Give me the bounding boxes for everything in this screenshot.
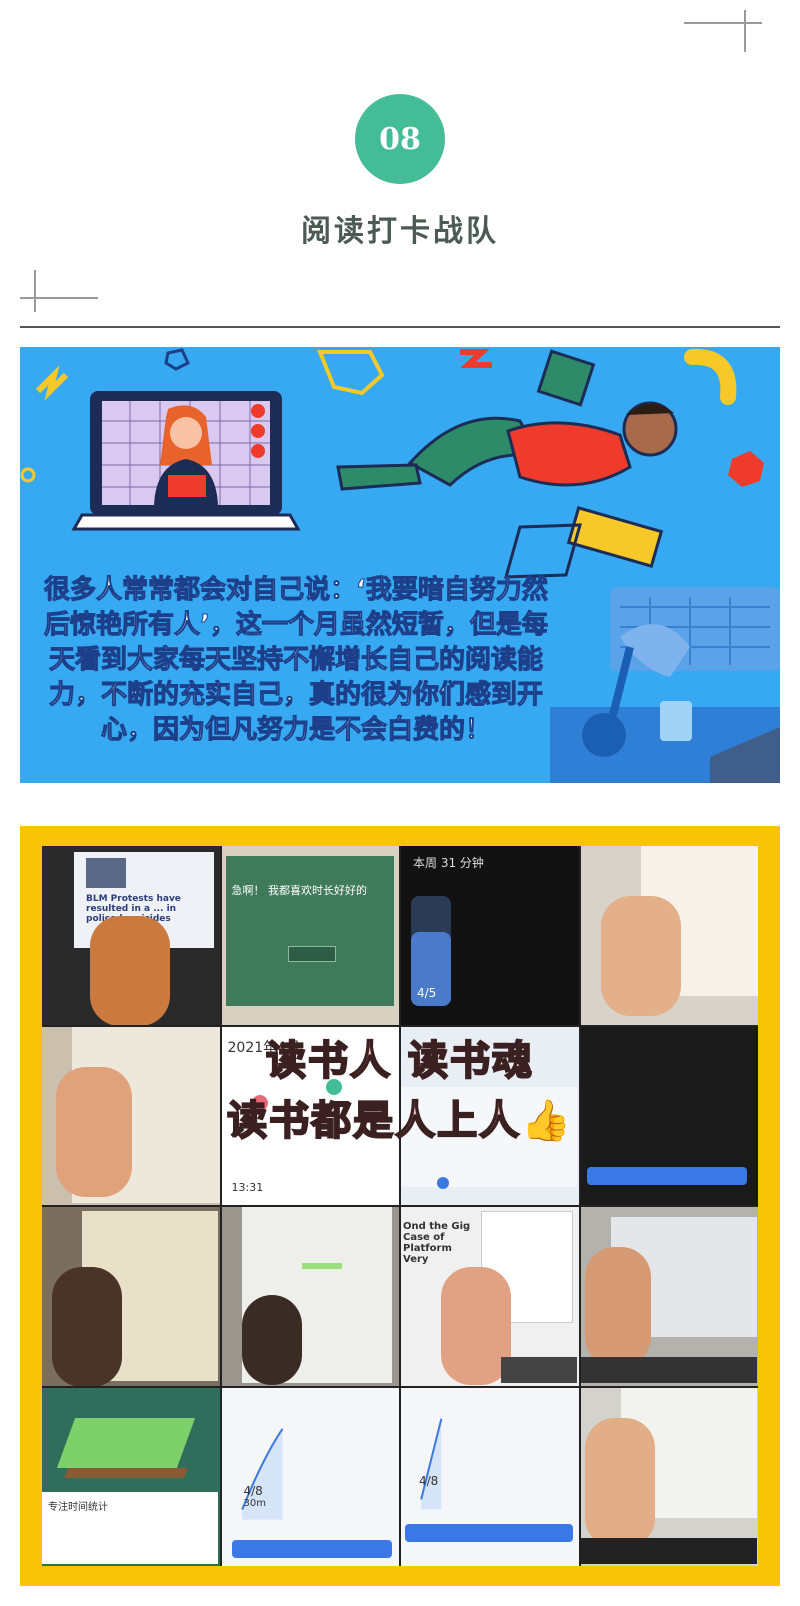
calendar-footer-time: 13:31 <box>231 1180 264 1194</box>
forest-stats-label: 专注时间统计 <box>48 1501 108 1513</box>
thumbs-up-hand <box>600 896 681 1016</box>
corner-line-top-h <box>684 22 762 24</box>
app-chart-minutes: 30m <box>243 1497 266 1509</box>
photo-news-thumbs-up: BLM Protests have resulted in a ... in p… <box>42 846 220 1025</box>
checkin-photo-grid: BLM Protests have resulted in a ... in p… <box>42 846 758 1566</box>
thumbs-up-hand <box>52 1267 122 1386</box>
photo-document-thumbs-up <box>221 1207 399 1386</box>
photo-chalkboard-screen: 急啊！ 我都喜欢时长好好的 <box>221 846 399 1025</box>
photo-laptop-thumbs-up <box>580 1387 758 1566</box>
photo-laptop-thumbs-up <box>580 1207 758 1386</box>
checkin-collage: BLM Protests have resulted in a ... in p… <box>20 826 780 1586</box>
section-number-badge: 08 <box>355 94 445 184</box>
photo-book-thumbs-up <box>580 846 758 1025</box>
corner-line-bottom-h <box>20 297 98 299</box>
app-chart-fraction-2: 4/8 <box>419 1473 439 1488</box>
photo-forest-app: 专注时间统计 <box>42 1387 220 1566</box>
photo-reading-app-weekly: 本周 31 分钟 4/5 <box>401 846 579 1025</box>
reading-banner: 很多人常常都会对自己说：‘我要暗自努力然后惊艳所有人’，这一个月虽然短暂，但是每… <box>20 347 780 783</box>
photo-reading-app-chart: 4/8 30m <box>221 1387 399 1566</box>
app-chart-fraction: 4/8 <box>243 1483 263 1498</box>
section-title: 阅读打卡战队 <box>301 214 499 249</box>
collage-caption-line2: 读书都是人上人👍 <box>226 1097 573 1145</box>
thumbs-up-hand <box>584 1417 655 1548</box>
collage-caption-line1: 读书人 读书魂 <box>265 1037 534 1085</box>
app-weekly-minutes: 本周 31 分钟 <box>413 856 484 870</box>
photo-laptop-book-thumbs-up: Ond the Gig Case of Platform Very <box>401 1207 579 1386</box>
app-weekly-fraction: 4/5 <box>417 986 437 1000</box>
thumbs-up-hand <box>90 916 170 1025</box>
section-divider <box>20 326 780 328</box>
photo-document-thumbs-up <box>42 1207 220 1386</box>
corner-line-bottom-v <box>34 270 36 312</box>
thumbs-up-hand <box>584 1247 651 1367</box>
book-title: Ond the Gig Case of Platform Very <box>403 1221 471 1265</box>
corner-line-top-v <box>744 10 746 52</box>
thumbs-up-hand <box>241 1295 302 1385</box>
photo-reading-app-chart: 4/8 <box>401 1387 579 1566</box>
chalkboard-text: 急啊！ 我都喜欢时长好好的 <box>231 884 368 897</box>
banner-quote: 很多人常常都会对自己说：‘我要暗自努力然后惊艳所有人’，这一个月虽然短暂，但是每… <box>44 575 549 746</box>
